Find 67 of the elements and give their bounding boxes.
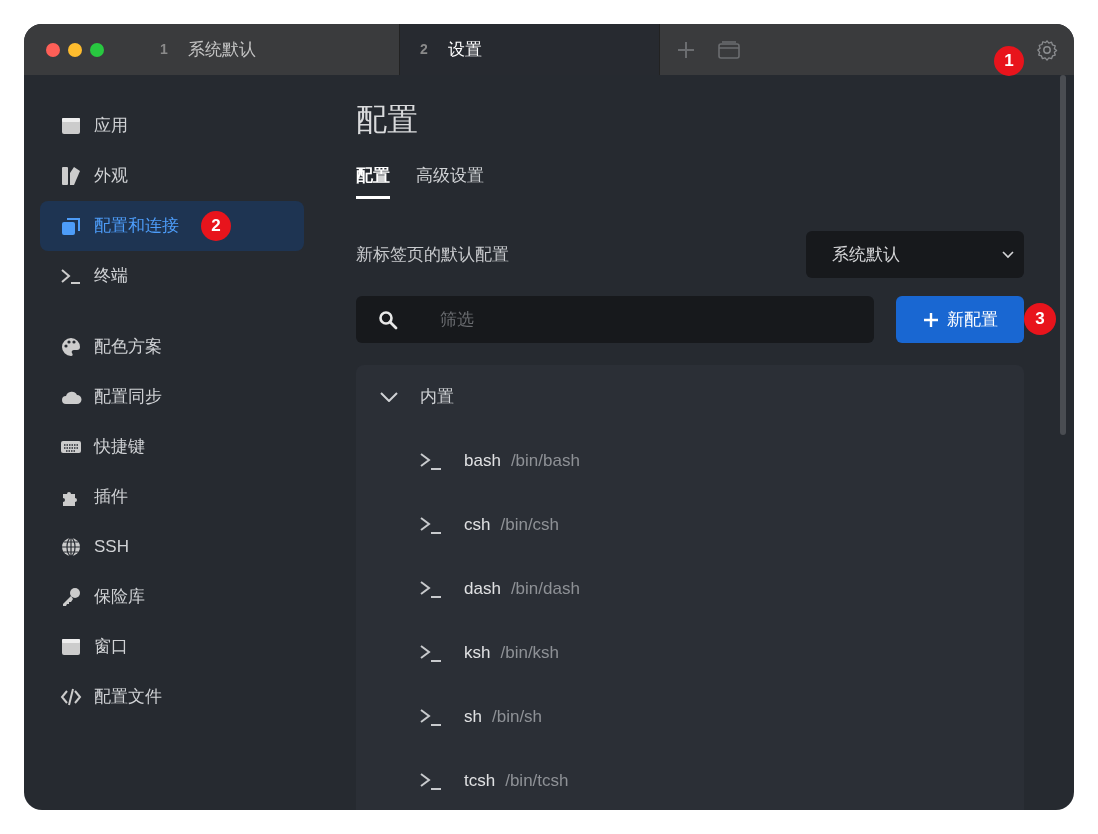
plus-icon xyxy=(922,311,939,328)
group-header[interactable]: 内置 xyxy=(356,365,1024,429)
sidebar-item[interactable]: SSH xyxy=(40,522,304,572)
tab-label: 系统默认 xyxy=(187,38,256,61)
profile-row[interactable]: tcsh /bin/tcsh xyxy=(356,749,1024,810)
terminal-icon xyxy=(420,580,442,598)
sidebar-item[interactable]: 应用 xyxy=(40,101,304,151)
annotation-badge: 2 xyxy=(201,211,231,241)
sidebar-item[interactable]: 配置文件 xyxy=(40,672,304,722)
window-icon xyxy=(60,636,82,658)
terminal-icon xyxy=(420,644,442,662)
tab-label: 设置 xyxy=(447,38,482,61)
profile-path: /bin/bash xyxy=(510,450,580,473)
stacked-windows-icon xyxy=(60,215,82,237)
plus-icon[interactable] xyxy=(676,39,696,60)
profile-path: /bin/ksh xyxy=(500,642,560,665)
sidebar-item[interactable]: 窗口 xyxy=(40,622,304,672)
page-title: 配置 xyxy=(356,101,419,139)
page-tab[interactable]: 配置 xyxy=(356,163,390,199)
profile-name: bash xyxy=(464,450,501,473)
profile-name: sh xyxy=(464,706,482,729)
window-icon[interactable] xyxy=(718,40,740,59)
profile-name: tcsh xyxy=(464,770,496,793)
tab-number: 1 xyxy=(160,40,168,59)
profile-row[interactable]: dash /bin/dash xyxy=(356,557,1024,621)
profile-dropdown[interactable]: 系统默认 xyxy=(806,231,1024,278)
default-profile-label: 新标签页的默认配置 xyxy=(356,243,509,266)
tab[interactable]: 2 设置 xyxy=(400,24,660,75)
profile-row[interactable]: sh /bin/sh xyxy=(356,685,1024,749)
chevron-down-icon xyxy=(1002,250,1014,259)
sidebar-item[interactable]: 快捷键 xyxy=(40,422,304,472)
zoom-button[interactable] xyxy=(90,42,104,57)
profile-path: /bin/dash xyxy=(510,578,580,601)
sidebar-item[interactable]: 配置和连接 2 xyxy=(40,201,304,251)
close-button[interactable] xyxy=(46,42,60,57)
profile-name: ksh xyxy=(464,642,491,665)
sidebar-item[interactable]: 配置同步 xyxy=(40,372,304,422)
profile-row[interactable]: csh /bin/csh xyxy=(356,493,1024,557)
sidebar-item[interactable]: 保险库 xyxy=(40,572,304,622)
sidebar-item[interactable]: 外观 xyxy=(40,151,304,201)
new-profile-button[interactable]: 新配置 xyxy=(896,296,1024,343)
sidebar-item[interactable]: 终端 xyxy=(40,251,304,301)
terminal-icon xyxy=(420,516,442,534)
globe-icon xyxy=(60,536,82,558)
window-icon xyxy=(60,115,82,137)
code-icon xyxy=(60,686,82,708)
sidebar-item[interactable]: 插件 xyxy=(40,472,304,522)
profile-row[interactable]: bash /bin/bash xyxy=(356,429,1024,493)
tab-number: 2 xyxy=(420,40,428,59)
settings-icon[interactable] xyxy=(1036,38,1058,61)
sidebar-item[interactable]: 配色方案 xyxy=(40,322,304,372)
profile-name: csh xyxy=(464,514,491,537)
key-icon xyxy=(60,586,82,608)
profile-path: /bin/tcsh xyxy=(505,770,569,793)
terminal-icon xyxy=(420,452,442,470)
terminal-icon xyxy=(420,772,442,790)
profile-path: /bin/csh xyxy=(500,514,560,537)
chevron-down-icon xyxy=(380,392,398,402)
profile-name: dash xyxy=(464,578,501,601)
profile-row[interactable]: ksh /bin/ksh xyxy=(356,621,1024,685)
annotation-badge: 3 xyxy=(1024,303,1056,335)
minimize-button[interactable] xyxy=(68,42,82,57)
filter-field[interactable]: 筛选 xyxy=(356,296,874,343)
annotation-badge: 1 xyxy=(994,46,1024,76)
terminal-icon xyxy=(420,708,442,726)
page-tab[interactable]: 高级设置 xyxy=(416,163,484,199)
profile-path: /bin/sh xyxy=(491,706,543,729)
